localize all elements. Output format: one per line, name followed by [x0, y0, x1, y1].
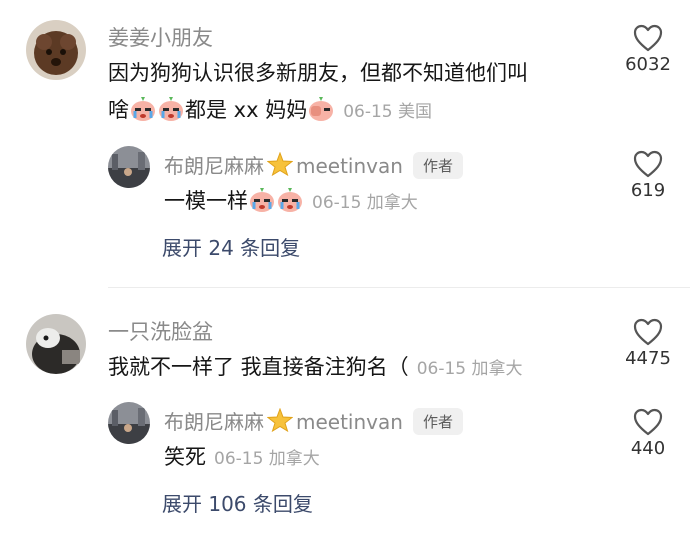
like-count: 6032: [625, 54, 671, 75]
crying-peach-emoji: [157, 96, 185, 122]
reply-meta: 06-15 加拿大: [214, 449, 320, 469]
comment-username[interactable]: 姜姜小朋友: [108, 22, 213, 52]
comment-meta: 06-15 加拿大: [416, 359, 523, 379]
author-badge: 作者: [412, 152, 463, 179]
reply-username-text: 布朗尼麻麻: [164, 410, 264, 434]
heart-outline-icon: [633, 150, 663, 178]
comment-meta: 06-15 美国: [343, 102, 433, 122]
heart-outline-icon: [633, 318, 663, 346]
crying-peach-emoji: [276, 187, 304, 213]
sparkle-star-emoji: [266, 407, 294, 437]
like-count: 4475: [625, 348, 671, 369]
like-button[interactable]: 4475: [608, 318, 688, 369]
crying-peach-emoji: [248, 187, 276, 213]
avatar[interactable]: [26, 20, 86, 80]
comment-text-part: 啥: [108, 98, 129, 122]
expand-replies-link[interactable]: 展开 24 条回复: [162, 232, 300, 261]
reply-text: 一模一样 06-15 加拿大: [164, 182, 418, 222]
reply-username-text: 布朗尼麻麻: [164, 154, 264, 178]
heart-outline-icon: [633, 408, 663, 436]
reply-username[interactable]: 布朗尼麻麻 meetinvan 作者: [164, 150, 463, 181]
reply-text: 笑死 06-15 加拿大: [164, 438, 320, 478]
comment-text: 我就不一样了 我直接备注狗名（ 06-15 加拿大: [108, 348, 523, 388]
like-count: 619: [630, 180, 666, 201]
reply-text-content: 笑死: [164, 445, 206, 469]
reply-username-suffix: meetinvan: [296, 154, 403, 178]
reply-like-button[interactable]: 440: [608, 408, 688, 459]
comment-text-line2: 啥 都是 xx 妈妈 06-15 美国: [108, 91, 432, 131]
avatar[interactable]: [26, 314, 86, 374]
divider: [108, 287, 690, 288]
facepalm-peach-emoji: [307, 96, 335, 122]
reply-text-content: 一模一样: [164, 189, 248, 213]
comment-section: 姜姜小朋友 因为狗狗认识很多新朋友，但都不知道他们叫 啥 都是 xx 妈妈 06-1…: [0, 0, 690, 544]
like-count: 440: [630, 438, 666, 459]
crying-peach-emoji: [129, 96, 157, 122]
heart-outline-icon: [633, 24, 663, 52]
expand-replies-link[interactable]: 展开 106 条回复: [162, 488, 313, 517]
comment-text-content: 我就不一样了 我直接备注狗名（: [108, 355, 409, 379]
reply-username-suffix: meetinvan: [296, 410, 403, 434]
reply-meta: 06-15 加拿大: [312, 193, 418, 213]
like-button[interactable]: 6032: [608, 24, 688, 75]
comment-text-part: 都是 xx 妈妈: [185, 98, 308, 122]
author-badge: 作者: [412, 408, 463, 435]
reply-like-button[interactable]: 619: [608, 150, 688, 201]
reply-avatar[interactable]: [108, 146, 150, 188]
sparkle-star-emoji: [266, 151, 294, 181]
reply-username[interactable]: 布朗尼麻麻 meetinvan 作者: [164, 406, 463, 437]
comment-text-line1: 因为狗狗认识很多新朋友，但都不知道他们叫: [108, 61, 528, 85]
reply-avatar[interactable]: [108, 402, 150, 444]
comment-username[interactable]: 一只洗脸盆: [108, 316, 213, 346]
